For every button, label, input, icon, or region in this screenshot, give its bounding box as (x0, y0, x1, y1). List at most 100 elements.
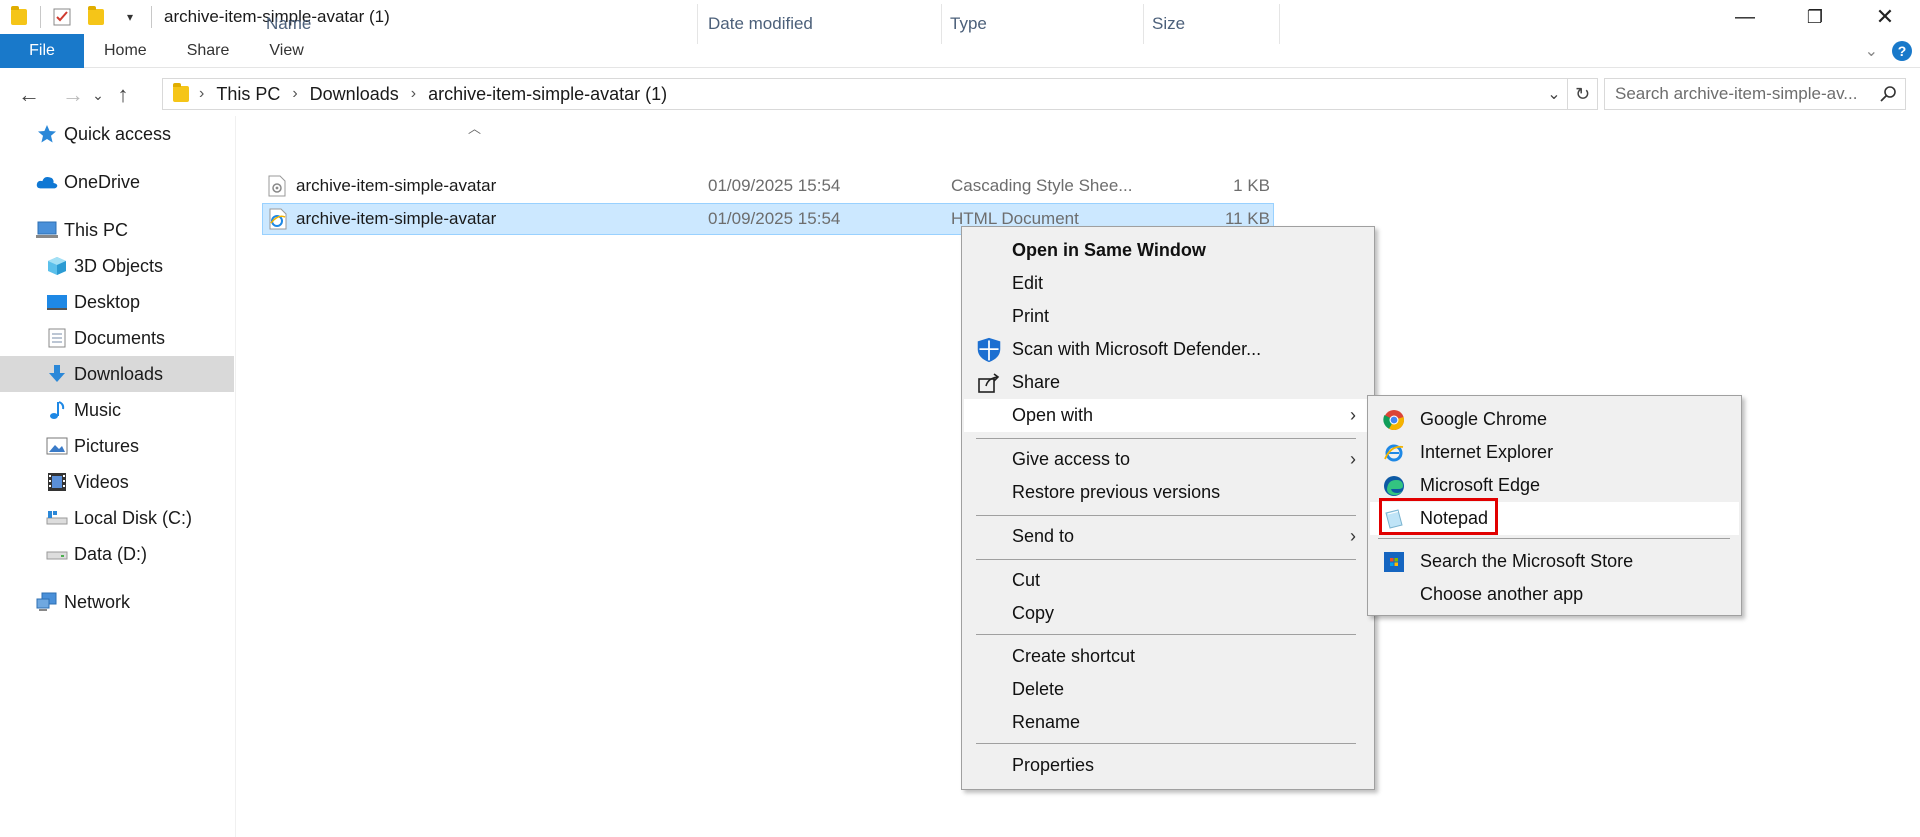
menu-separator (976, 438, 1356, 439)
menu-item-open-with[interactable]: Open with › (964, 399, 1372, 432)
html-file-icon (268, 204, 288, 234)
menu-item-give-access-to[interactable]: Give access to › (964, 443, 1372, 476)
new-folder-icon[interactable] (85, 6, 107, 28)
search-input[interactable] (1615, 84, 1875, 104)
refresh-icon[interactable]: ↻ (1567, 79, 1597, 109)
nav-item-documents[interactable]: Documents (0, 320, 234, 356)
cloud-icon (36, 171, 58, 193)
submenu-arrow-icon: › (1350, 405, 1356, 425)
folder-icon (173, 83, 189, 102)
properties-icon[interactable] (51, 6, 73, 28)
nav-item-label: This PC (64, 219, 129, 240)
menu-item-send-to[interactable]: Send to › (964, 520, 1372, 553)
breadcrumb-separator-icon[interactable]: › (199, 85, 204, 103)
menu-item-label: Edit (1012, 273, 1044, 293)
submenu-item-choose-another-app[interactable]: Choose another app (1370, 578, 1739, 611)
network-icon (36, 591, 58, 613)
breadcrumb-separator-icon[interactable]: › (411, 85, 416, 103)
tab-file[interactable]: File (0, 33, 84, 68)
recent-locations-chevron-icon[interactable]: ⌄ (88, 79, 108, 111)
menu-item-label: Create shortcut (1012, 646, 1136, 666)
column-header-label: Size (1152, 14, 1186, 33)
nav-item-downloads[interactable]: Downloads (0, 356, 234, 392)
breadcrumb-downloads[interactable]: Downloads (310, 84, 399, 105)
menu-item-label: Print (1012, 306, 1050, 326)
search-icon[interactable] (1879, 85, 1897, 103)
highlight-box (1379, 498, 1498, 535)
nav-item-label: Videos (74, 471, 129, 492)
nav-item-local-disk-c[interactable]: Local Disk (C:) (0, 500, 234, 536)
nav-item-label: Quick access (64, 123, 172, 144)
nav-item-label: Music (74, 399, 122, 420)
submenu-item-internet-explorer[interactable]: Internet Explorer (1370, 436, 1739, 469)
submenu-item-search-microsoft-store[interactable]: Search the Microsoft Store (1370, 545, 1739, 578)
breadcrumb-this-pc[interactable]: This PC (216, 84, 280, 105)
menu-item-create-shortcut[interactable]: Create shortcut (964, 640, 1372, 673)
nav-item-pictures[interactable]: Pictures (0, 428, 234, 464)
column-header-size[interactable]: Size (1144, 4, 1280, 44)
expand-ribbon-chevron-icon[interactable]: ⌄ (1865, 41, 1878, 61)
nav-item-desktop[interactable]: Desktop (0, 284, 234, 320)
menu-item-delete[interactable]: Delete (964, 673, 1372, 706)
column-header-type[interactable]: Type (942, 4, 1144, 44)
file-name: archive-item-simple-avatar (296, 209, 497, 228)
restore-button[interactable]: ❐ (1780, 0, 1850, 34)
menu-item-rename[interactable]: Rename (964, 706, 1372, 739)
menu-item-label: Share (1012, 372, 1061, 392)
menu-item-restore-previous-versions[interactable]: Restore previous versions (964, 476, 1372, 509)
customize-toolbar-chevron-icon[interactable]: ▾ (119, 6, 141, 28)
nav-item-3d-objects[interactable]: 3D Objects (0, 248, 234, 284)
address-bar[interactable]: › This PC › Downloads › archive-item-sim… (162, 78, 1598, 110)
menu-item-cut[interactable]: Cut (964, 564, 1372, 597)
menu-item-label: Rename (1012, 712, 1081, 732)
defender-shield-icon (976, 337, 1002, 363)
menu-item-edit[interactable]: Edit (964, 267, 1372, 300)
help-icon[interactable]: ? (1892, 41, 1912, 61)
tab-home[interactable]: Home (84, 34, 167, 68)
menu-item-scan-with-defender[interactable]: Scan with Microsoft Defender... (964, 333, 1372, 366)
tab-share[interactable]: Share (167, 34, 250, 68)
menu-item-print[interactable]: Print (964, 300, 1372, 333)
forward-button[interactable]: → (58, 79, 88, 111)
breadcrumb-separator-icon[interactable]: › (292, 85, 297, 103)
submenu-item-label: Search the Microsoft Store (1420, 551, 1634, 571)
close-button[interactable]: ✕ (1850, 0, 1920, 34)
nav-item-network[interactable]: Network (0, 584, 234, 620)
submenu-item-google-chrome[interactable]: Google Chrome (1370, 403, 1739, 436)
menu-item-share[interactable]: Share (964, 366, 1372, 399)
computer-icon (36, 219, 58, 241)
menu-item-open-in-same-window[interactable]: Open in Same Window (964, 234, 1372, 267)
nav-item-data-d[interactable]: Data (D:) (0, 536, 234, 572)
up-button[interactable]: ↑ (108, 79, 138, 111)
nav-item-this-pc[interactable]: This PC (0, 212, 234, 248)
column-header-date-modified[interactable]: Date modified (698, 4, 942, 44)
nav-item-quick-access[interactable]: Quick access (0, 116, 234, 152)
file-row[interactable]: archive-item-simple-avatar 01/09/2025 15… (262, 171, 1274, 203)
nav-item-onedrive[interactable]: OneDrive (0, 164, 234, 200)
file-name: archive-item-simple-avatar (296, 176, 497, 195)
folder-icon[interactable] (8, 6, 30, 28)
column-header-label: Name (266, 14, 312, 33)
column-header-name[interactable]: Name (262, 4, 698, 44)
search-box[interactable] (1604, 78, 1906, 110)
submenu-arrow-icon: › (1350, 526, 1356, 546)
nav-item-videos[interactable]: Videos (0, 464, 234, 500)
menu-separator (976, 743, 1356, 744)
menu-item-label: Properties (1012, 755, 1095, 775)
submenu-item-label: Google Chrome (1420, 409, 1548, 429)
address-row: ← → ⌄ ↑ › This PC › Downloads › archive-… (0, 74, 1920, 116)
menu-separator (976, 515, 1356, 516)
minimize-button[interactable]: — (1710, 0, 1780, 34)
menu-item-properties[interactable]: Properties (964, 749, 1372, 782)
menu-item-copy[interactable]: Copy (964, 597, 1372, 630)
address-history-chevron-icon[interactable]: ⌄ (1541, 84, 1567, 104)
submenu-item-label: Choose another app (1420, 584, 1584, 604)
nav-item-label: Desktop (74, 291, 141, 312)
breadcrumb-current-folder[interactable]: archive-item-simple-avatar (1) (428, 84, 667, 105)
drive-icon (46, 543, 68, 565)
nav-item-music[interactable]: Music (0, 392, 234, 428)
edge-icon (1382, 474, 1406, 498)
file-date-modified: 01/09/2025 15:54 (708, 209, 841, 228)
quick-access-toolbar: ▾ (0, 0, 156, 34)
back-button[interactable]: ← (14, 79, 44, 111)
